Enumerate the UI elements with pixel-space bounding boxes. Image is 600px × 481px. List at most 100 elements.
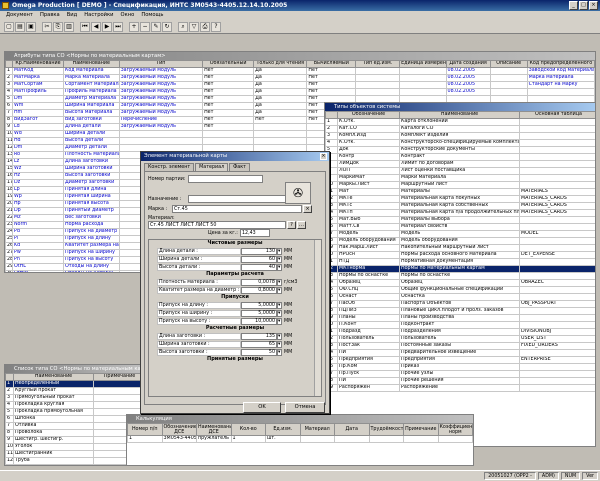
column-header[interactable]: Вычисляемый (306, 60, 357, 68)
table-row[interactable]: 7 Отливка (5, 422, 143, 430)
table-row[interactable]: 36 Пр.Ком Приказ (325, 363, 595, 371)
table-row[interactable]: 12 Труба (5, 457, 143, 465)
table-row[interactable]: 28 ПЦПИЗ Плановые цикл.плодот и пролз. зак… (325, 307, 595, 315)
table-row[interactable]: 16 Матт.Св Материал свойств (325, 223, 595, 231)
next-record-icon[interactable]: ▶ (102, 22, 112, 32)
table-row[interactable]: 6КонтрКонтракт (325, 153, 595, 161)
table-row[interactable]: 8ЛОПЛист оценки поставщика (325, 167, 595, 175)
column-header[interactable]: Наименование (13, 373, 94, 381)
price-field[interactable]: 12,43 (240, 229, 270, 237)
menu-item[interactable]: Настройки (84, 11, 113, 20)
cancel-button[interactable]: Отмена (285, 402, 325, 413)
column-header[interactable]: Только для чтения (253, 60, 308, 68)
part-no-field[interactable] (188, 175, 263, 183)
table-row[interactable]: 39 Распоряжен Распоряжение (325, 384, 595, 392)
column-header[interactable]: Наименование (399, 111, 520, 119)
close-button[interactable]: × (589, 1, 598, 10)
table-row[interactable]: 38 ПИ Прочие решения (325, 377, 595, 385)
table-row[interactable]: 4 МатПрофиль Профиль материала Загружаемый … (5, 88, 595, 96)
help-icon[interactable]: ? (211, 22, 221, 32)
prev-record-icon[interactable]: ◀ (91, 22, 101, 32)
column-header[interactable]: Кол-во (230, 423, 266, 436)
cut-icon[interactable]: ✂ (42, 22, 52, 32)
last-record-icon[interactable]: ⏭ (113, 22, 123, 32)
column-header[interactable]: Примечание (93, 373, 143, 381)
table-row[interactable]: 5 Прокладка прямоугольная (5, 408, 143, 416)
table-row[interactable]: 34 ПИ Предварительное извещение (325, 349, 595, 357)
column-header[interactable]: Трудоёмкость (368, 423, 404, 436)
params-scrollbar[interactable] (314, 240, 321, 396)
table-row[interactable]: 9МаркиМатМарки материала (325, 174, 595, 182)
column-header[interactable]: Кр.Наименование (11, 60, 64, 68)
table-row[interactable]: 14 МКТп Материальная карта п/а продолжител… (325, 209, 595, 217)
column-header[interactable]: Коэффициент норм (437, 423, 473, 436)
filter-icon[interactable]: ▽ (189, 22, 199, 32)
param-value[interactable]: 10,0000 (241, 317, 277, 325)
column-header[interactable]: Примечание (403, 423, 439, 436)
table-row[interactable]: 5 Док Конструкторские документы (325, 146, 595, 154)
table-row[interactable]: 9 Шестигр. шестигр. (5, 436, 143, 444)
open-icon[interactable]: ▤ (15, 22, 25, 32)
tab-0[interactable]: Констр. элемент (144, 163, 195, 171)
copy-icon[interactable]: ⎘ (53, 22, 63, 32)
table-row[interactable]: 24 Образец Образец OBRAZEC (325, 279, 595, 287)
table-row[interactable]: 1 К.Отк. Карта отклонений (325, 118, 595, 126)
refresh-icon[interactable]: ↻ (162, 22, 172, 32)
table-row[interactable]: 19 Нак.Марш.Лист Накопительный маршрутный … (325, 244, 595, 252)
table-row[interactable]: 3 Компл.Изд Комплект изделия (325, 132, 595, 140)
table-row[interactable]: 2 Кат.СО Каталоги СО (325, 125, 595, 133)
column-header[interactable]: Ед.изм. (265, 423, 301, 436)
table-row[interactable]: 10 Маркы.Лист Маршрутный лист (325, 181, 595, 189)
delete-icon[interactable]: − (140, 22, 150, 32)
menu-item[interactable]: Документ (6, 11, 33, 20)
table-row[interactable]: 11 Шестигранник (5, 450, 143, 458)
table-row[interactable]: 32 Пользователь Пользователь USER_LIST (325, 335, 595, 343)
table-row[interactable]: 10 Уголок (5, 443, 143, 451)
maximize-button[interactable]: □ (579, 1, 588, 10)
param-value[interactable]: 0,8000 (241, 286, 277, 294)
material-field[interactable]: Ст.45 ЛИСТ ЛИСТ ЛИСТ 50 (148, 221, 286, 229)
column-header[interactable]: Материал (299, 423, 335, 436)
table-row[interactable]: 22 МКТнорма Нормы по материальным картам (325, 265, 595, 273)
table-row[interactable]: 1 Неопределенный (5, 380, 143, 388)
table-row[interactable]: 7ЛимДокЛимит по договорам (325, 160, 595, 168)
param-value[interactable]: 40 (241, 263, 277, 271)
material-help-button[interactable]: ? (287, 221, 296, 229)
tab-1[interactable]: Материал (195, 163, 229, 171)
param-value[interactable]: 5,0000 (241, 309, 277, 317)
column-header[interactable]: Единица измерения по умолчанию (399, 60, 447, 68)
menu-item[interactable]: Окно (121, 11, 135, 20)
brand-field[interactable]: Ст.45 (172, 205, 302, 213)
table-row[interactable]: 6 Шпонка (5, 415, 143, 423)
ok-button[interactable]: OK (243, 402, 281, 413)
edit-icon[interactable]: ✎ (151, 22, 161, 32)
column-header[interactable]: Тип (118, 60, 204, 68)
param-value[interactable]: 0,0078 (241, 278, 277, 286)
add-icon[interactable]: + (129, 22, 139, 32)
table-row[interactable]: 13 МКТс Материальная карта собственных MATE… (325, 202, 595, 210)
table-row[interactable]: 30 П.Конт Подконтракт (325, 321, 595, 329)
table-row[interactable]: 35 Предприятия Предприятия ENTERPRISE (325, 356, 595, 364)
param-value[interactable]: 50 (241, 348, 277, 356)
new-icon[interactable]: ▢ (4, 22, 14, 32)
table-row[interactable]: 31 Подразд Подразделения DIVISIONOBJ (325, 328, 595, 336)
menu-item[interactable]: Помощь (141, 11, 163, 20)
table-row[interactable]: 15 Мат.Выб Материалы выбора (325, 216, 595, 224)
table-row[interactable]: 4 К.Отк. Конструкторско-специфицируемые ко… (325, 139, 595, 147)
table-row[interactable]: 13Ртут (5, 464, 143, 465)
search-icon[interactable]: ⌕ (178, 22, 188, 32)
table-row[interactable]: 18 Модель оборудования Модель оборудования (325, 237, 595, 245)
table-row[interactable]: 13М0543-4405.12пружлатель1шт. (127, 435, 473, 443)
table-row[interactable]: 33 ПостЗак Постоянные заказы FIXED_ORDERS (325, 342, 595, 350)
menu-item[interactable]: Вид (67, 11, 78, 20)
table-row[interactable]: 37 Пр.Пуск Прочие узлы (325, 370, 595, 378)
table-row[interactable]: 11 Мат Материалы MATERIALS (325, 188, 595, 196)
column-header[interactable]: Наименование (62, 60, 120, 68)
column-header[interactable]: Наименование ДСЕ (196, 423, 232, 436)
table-row[interactable]: 26 Оснаст Оснастка (325, 293, 595, 301)
menu-item[interactable]: Правка (40, 11, 60, 20)
table-row[interactable]: 2 МатМарка Марка материала Загружаемый моду… (5, 74, 595, 82)
table-row[interactable]: 8 Проволока (5, 429, 143, 437)
column-header[interactable]: Обозначение (337, 111, 400, 119)
dialog-close-icon[interactable]: × (320, 153, 327, 160)
